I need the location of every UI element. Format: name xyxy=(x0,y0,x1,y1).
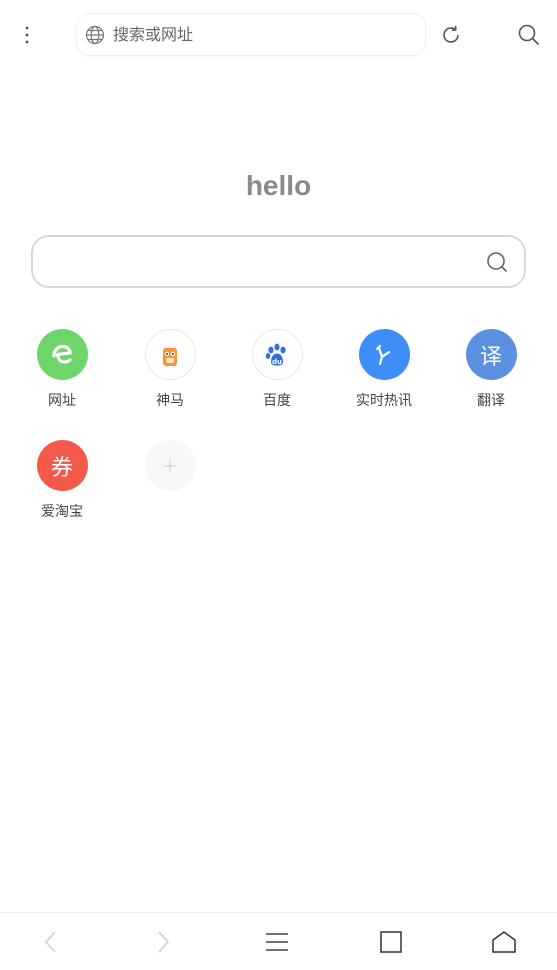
vertical-dots-icon xyxy=(25,26,29,44)
shortcut-label: 神马 xyxy=(156,393,184,409)
shortcut-hot-news[interactable]: 实时热讯 xyxy=(339,329,429,410)
baidu-paw-icon: du xyxy=(251,329,303,380)
more-menu-button[interactable] xyxy=(12,20,42,50)
search-icon[interactable] xyxy=(484,249,510,275)
refresh-button[interactable] xyxy=(437,21,465,49)
menu-button[interactable] xyxy=(262,927,292,957)
shortcut-label: 实时热讯 xyxy=(356,393,412,409)
e-browser-icon xyxy=(36,329,88,380)
back-button[interactable] xyxy=(36,927,66,957)
add-shortcut-button[interactable] xyxy=(125,440,215,491)
back-icon xyxy=(44,931,56,953)
shortcut-translate[interactable]: 译 翻译 xyxy=(446,329,536,410)
main-search-input[interactable] xyxy=(47,252,484,271)
top-toolbar xyxy=(0,0,557,70)
forward-icon xyxy=(158,931,170,953)
alpaca-icon xyxy=(144,329,196,380)
shortcut-wangzhi[interactable]: 网址 xyxy=(17,329,107,410)
hot-news-arrow-icon xyxy=(358,329,410,380)
url-input[interactable] xyxy=(113,25,393,44)
refresh-icon xyxy=(443,25,459,43)
coupon-glyph: 券 xyxy=(50,455,73,481)
plus-icon xyxy=(144,440,196,491)
shortcut-ai-taobao[interactable]: 券 爱淘宝 xyxy=(17,440,107,521)
menu-lines-icon xyxy=(266,933,288,951)
tabs-button[interactable] xyxy=(376,927,406,957)
translate-icon: 译 xyxy=(465,329,517,380)
shortcut-baidu[interactable]: du 百度 xyxy=(232,329,322,410)
shortcut-label: 爱淘宝 xyxy=(41,504,83,520)
home-button[interactable] xyxy=(489,927,519,957)
main-search-box[interactable] xyxy=(31,235,526,288)
coupon-icon: 券 xyxy=(36,440,88,491)
forward-button[interactable] xyxy=(148,927,178,957)
shortcut-shenma[interactable]: 神马 xyxy=(125,329,215,410)
hello-heading: hello xyxy=(245,170,312,201)
tabs-square-icon xyxy=(380,931,402,953)
svg-text:du: du xyxy=(272,358,282,366)
shortcut-label: 网址 xyxy=(48,393,76,409)
home-icon xyxy=(492,931,516,953)
search-icon xyxy=(518,24,540,46)
top-search-button[interactable] xyxy=(515,21,543,49)
globe-icon xyxy=(85,25,105,45)
bottom-navigation xyxy=(0,912,557,970)
translate-glyph: 译 xyxy=(479,344,502,370)
url-bar[interactable] xyxy=(76,13,426,56)
shortcut-label: 百度 xyxy=(263,393,291,409)
shortcut-label: 翻译 xyxy=(477,393,505,409)
